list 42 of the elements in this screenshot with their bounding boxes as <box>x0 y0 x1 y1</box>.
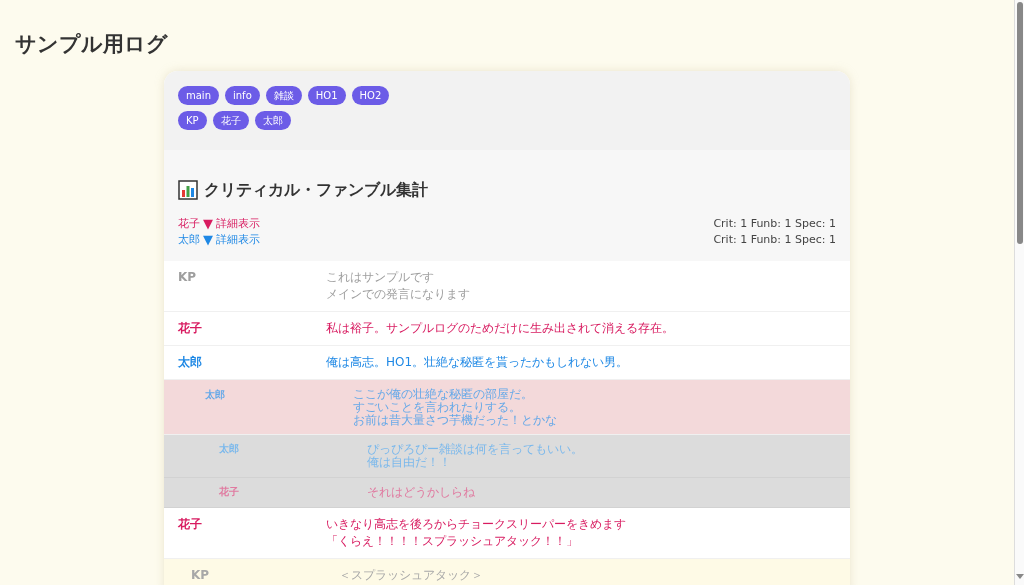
dropdown-triangle[interactable]: ▼ <box>203 232 213 248</box>
scroll-down-icon[interactable] <box>1015 574 1024 579</box>
speaker-name: 花子 <box>178 516 203 533</box>
scrollbar-thumb[interactable] <box>1016 2 1023 244</box>
speaker-name: KP <box>191 567 211 584</box>
character-filter-chip[interactable]: KP <box>178 111 207 130</box>
message-text: それはどうかしらね <box>367 486 475 499</box>
stats-text: Crit: 1 Funb: 1 Spec: 1 <box>713 216 836 232</box>
speaker-name: 花子 <box>178 320 203 337</box>
message-text: 「くらえ！！！！スプラッシュアタック！！」 <box>326 533 579 550</box>
channel-filter-chip[interactable]: HO1 <box>307 86 346 105</box>
message-text: ここが俺の壮絶な秘匿の部屋だ。 <box>353 388 534 401</box>
dropdown-triangle[interactable]: ▼ <box>203 216 213 232</box>
speaker-name: 花子 <box>219 486 240 499</box>
bar-chart-icon <box>178 180 198 200</box>
message-text: お前は昔大量さつ芋機だった！とかな <box>353 414 557 427</box>
channel-filter-chip[interactable]: main <box>178 86 219 105</box>
speaker-name: 太郎 <box>219 443 240 456</box>
channel-filter-chip[interactable]: 雑談 <box>265 86 302 105</box>
speaker-name: 太郎 <box>178 354 203 371</box>
message-text: ＜スプラッシュアタック＞ <box>339 567 483 584</box>
channel-filter-chip[interactable]: HO2 <box>351 86 390 105</box>
speaker-name: KP <box>178 269 198 286</box>
detail-link[interactable]: 詳細表示 <box>216 216 260 232</box>
message-text: いきなり高志を後ろからチョークスリーパーをきめます <box>326 516 626 533</box>
detail-link[interactable]: 詳細表示 <box>216 232 260 248</box>
character-name: 太郎 <box>178 232 200 248</box>
message-text: 私は裕子。サンプルログのためだけに生み出されて消える存在。 <box>326 320 674 337</box>
summary-title: クリティカル・ファンブル集計 <box>204 179 428 201</box>
message-text: これはサンプルです <box>326 269 435 286</box>
speaker-name: 太郎 <box>205 388 226 402</box>
character-name: 花子 <box>178 216 200 232</box>
message-text: 俺は高志。HO1。壮絶な秘匿を貰ったかもしれない男。 <box>326 354 629 371</box>
page-title: サンプル用ログ <box>15 31 169 58</box>
character-filter-chip[interactable]: 花子 <box>212 111 249 130</box>
message-text: メインでの発言になります <box>326 286 470 303</box>
channel-filter-chip[interactable]: info <box>225 86 260 105</box>
message-text: 俺は自由だ！！ <box>367 456 452 469</box>
stats-text: Crit: 1 Funb: 1 Spec: 1 <box>713 232 836 248</box>
message-text: ぴっぴろぴー雑談は何を言ってもいい。 <box>367 443 583 456</box>
character-filter-chip[interactable]: 太郎 <box>254 111 291 130</box>
message-text: すごいことを言われたりする。 <box>353 401 522 414</box>
